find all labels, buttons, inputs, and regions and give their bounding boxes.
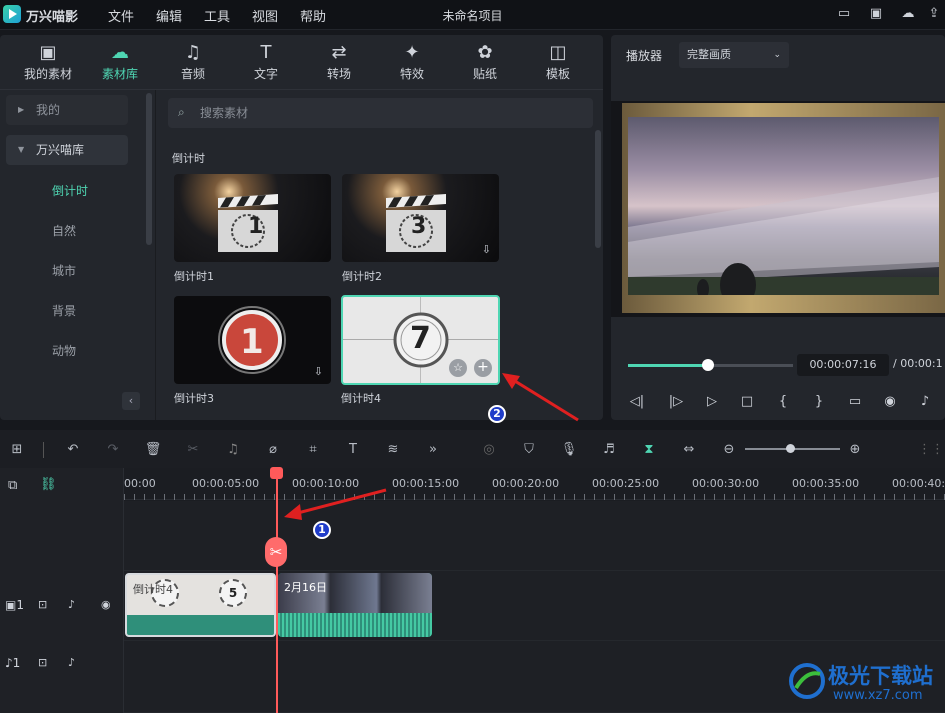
annotation-arrows [284,373,579,520]
annotation-number-2: 2 [488,405,506,423]
watermark: 极光下载站 www.xz7.com [788,660,938,708]
watermark-title: 极光下载站 [828,664,933,688]
watermark-logo-icon [789,663,825,699]
watermark-url: www.xz7.com [833,688,923,703]
annotation-number-1: 1 [313,521,331,539]
